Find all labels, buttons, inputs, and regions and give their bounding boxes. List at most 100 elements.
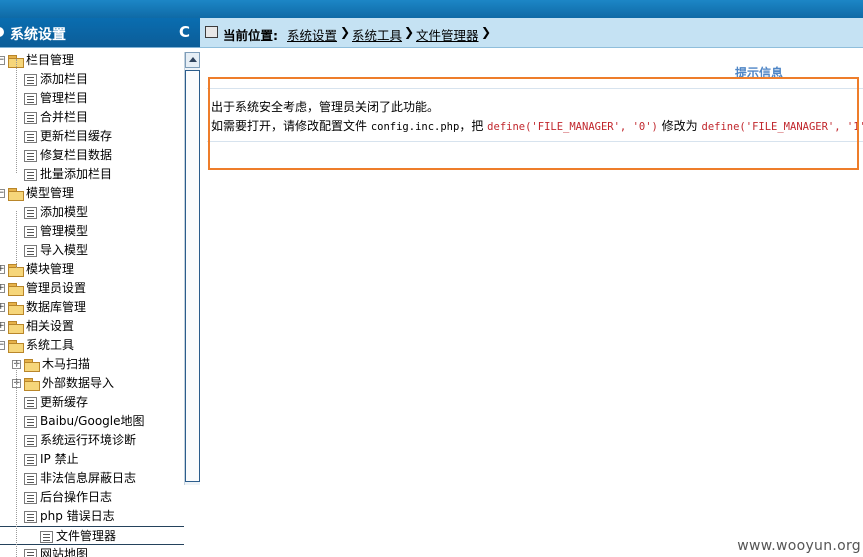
sidebar-item-label: 网站地图 [40,547,89,557]
sidebar-item-label: 木马扫描 [42,357,91,371]
sidebar-item-label: 更新缓存 [40,395,89,409]
document-icon [24,548,37,557]
sidebar-item-label: php 错误日志 [40,509,115,523]
document-icon [24,453,37,466]
chevron-right-icon: ❯ [404,25,415,39]
sidebar-item-label: 相关设置 [26,319,75,333]
sidebar-item[interactable]: 添加模型 [12,203,88,222]
folder-icon [24,358,40,372]
folder-icon [8,187,24,201]
sidebar-item[interactable]: − 系统工具 [0,336,74,355]
sidebar-scrollbar[interactable] [184,52,200,485]
sidebar-item-label: 修复栏目数据 [40,148,113,162]
sidebar-item-label: 添加栏目 [40,72,89,86]
breadcrumb-label: 当前位置: [223,28,278,43]
sidebar-item[interactable]: 导入模型 [12,241,88,260]
location-icon [205,26,218,38]
breadcrumb: 当前位置: 系统设置 ❯ 系统工具 ❯ 文件管理器 ❯ [200,18,863,48]
sidebar-item[interactable]: + 数据库管理 [0,298,86,317]
sidebar-item[interactable]: php 错误日志 [12,507,115,526]
sidebar-item-label: 合并栏目 [40,110,89,124]
expand-icon[interactable]: + [0,303,5,312]
document-icon [24,434,37,447]
chevron-right-icon: ❯ [481,25,492,39]
sidebar-item-label: 文件管理器 [56,529,117,543]
breadcrumb-link-system-tools[interactable]: 系统工具 [352,25,402,44]
sidebar-item[interactable]: + 模块管理 [0,260,74,279]
watermark: www.wooyun.org [737,538,861,554]
sidebar-item-label: 外部数据导入 [42,376,115,390]
sidebar-item-label: 系统工具 [26,338,75,352]
sidebar-item-label: 系统运行环境诊断 [40,433,137,447]
refresh-icon[interactable]: C [179,23,190,41]
expand-icon[interactable]: + [0,265,5,274]
chevron-right-icon: ❯ [340,25,351,39]
document-icon [24,396,37,409]
sidebar-item[interactable]: 批量添加栏目 [12,165,112,184]
document-icon [24,111,37,124]
collapse-icon[interactable]: − [0,56,5,65]
sidebar-item[interactable]: 系统运行环境诊断 [12,431,136,450]
folder-icon [8,301,24,315]
sidebar-item[interactable]: 更新栏目缓存 [12,127,112,146]
header-bullet-icon [0,27,4,37]
sidebar-item[interactable]: − 栏目管理 [0,51,74,70]
sidebar-item[interactable]: 后台操作日志 [12,488,112,507]
sidebar-item[interactable]: 非法信息屏蔽日志 [12,469,136,488]
folder-icon [8,339,24,353]
sidebar-item[interactable]: IP 禁止 [12,450,79,469]
breadcrumb-link-system-settings[interactable]: 系统设置 [287,25,337,44]
scroll-thumb[interactable] [185,70,200,482]
sidebar-item[interactable]: + 相关设置 [0,317,74,336]
document-icon [24,149,37,162]
sidebar-item[interactable]: + 管理员设置 [0,279,86,298]
document-icon [24,92,37,105]
document-icon [24,472,37,485]
document-icon [24,510,37,523]
collapse-icon[interactable]: − [0,189,5,198]
document-icon [24,73,37,86]
tree-guide-line [16,211,18,268]
sidebar-item[interactable]: 文件管理器 [0,526,184,545]
top-bar [0,0,863,18]
document-icon [24,225,37,238]
folder-icon [8,282,24,296]
sidebar-item[interactable]: 管理模型 [12,222,88,241]
collapse-icon[interactable]: − [0,341,5,350]
expand-icon[interactable]: + [0,322,5,331]
sidebar-header: 系统设置 C [0,18,200,48]
sidebar-item-label: 非法信息屏蔽日志 [40,471,137,485]
document-icon [24,168,37,181]
sidebar-item[interactable]: + 木马扫描 [12,355,90,374]
sidebar-item-label: 模型管理 [26,186,75,200]
sidebar-item[interactable]: 添加栏目 [12,70,88,89]
highlight-box [208,77,859,170]
sidebar-item-label: 管理模型 [40,224,89,238]
document-icon [24,244,37,257]
breadcrumb-link-file-manager[interactable]: 文件管理器 [416,25,479,44]
sidebar-item[interactable]: 修复栏目数据 [12,146,112,165]
document-icon [24,130,37,143]
sidebar-item-label: 后台操作日志 [40,490,113,504]
sidebar-item[interactable]: 网站地图 [12,545,88,557]
sidebar-item-label: 添加模型 [40,205,89,219]
sidebar-item-label: Baibu/Google地图 [40,414,145,428]
sidebar-item-label: 导入模型 [40,243,89,257]
sidebar-item-label: 栏目管理 [26,53,75,67]
sidebar-item-label: 模块管理 [26,262,75,276]
folder-icon [24,377,40,391]
sidebar-item[interactable]: Baibu/Google地图 [12,412,145,431]
sidebar-item-label: 批量添加栏目 [40,167,113,181]
sidebar-item[interactable]: 合并栏目 [12,108,88,127]
document-icon [24,206,37,219]
scroll-up-arrow-icon[interactable] [185,52,200,68]
sidebar-tree: − 栏目管理添加栏目管理栏目合并栏目更新栏目缓存修复栏目数据 批量添加栏目 − 模型管理… [0,50,184,557]
sidebar-item-label: IP 禁止 [40,452,79,466]
sidebar-item[interactable]: 更新缓存 [12,393,88,412]
tree-guide-line [16,363,18,557]
expand-icon[interactable]: + [0,284,5,293]
sidebar-item[interactable]: 管理栏目 [12,89,88,108]
sidebar-item[interactable]: − 模型管理 [0,184,74,203]
sidebar-item-label: 管理员设置 [26,281,87,295]
sidebar-item[interactable]: + 外部数据导入 [12,374,114,393]
